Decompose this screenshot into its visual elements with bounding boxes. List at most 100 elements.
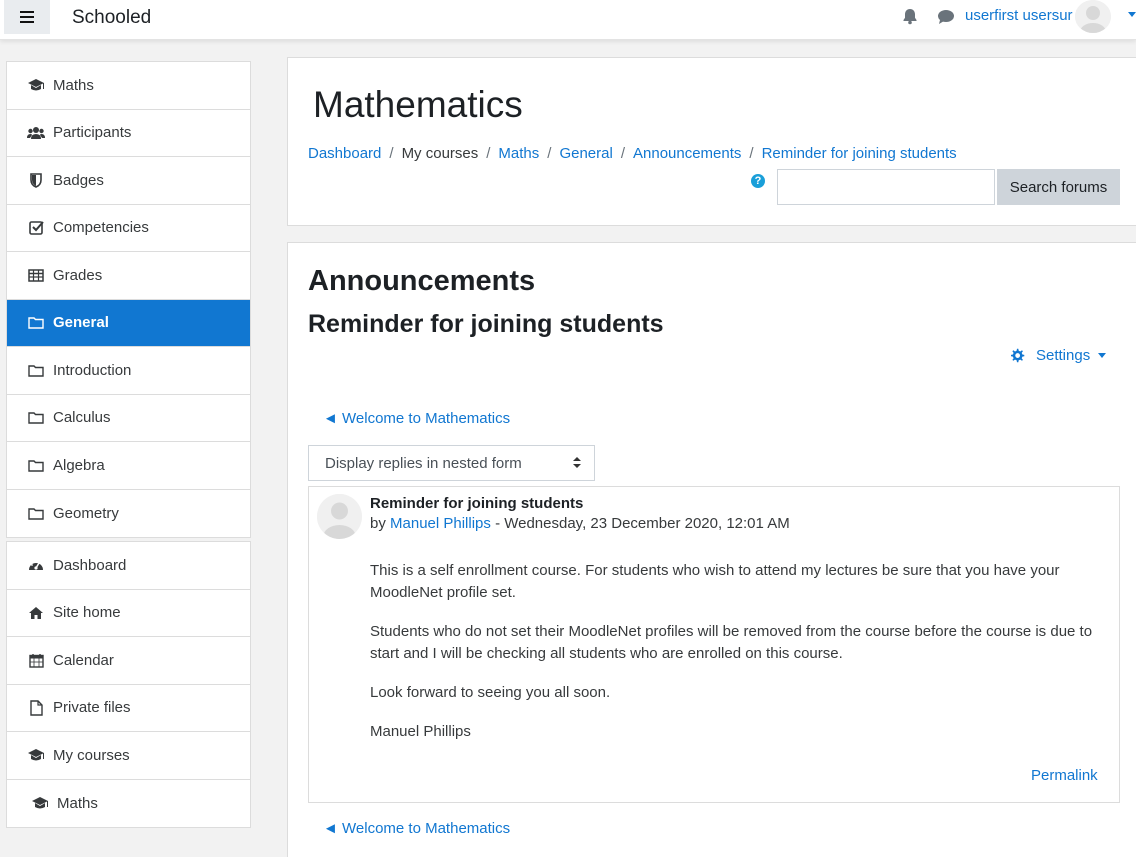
sidebar-item-general[interactable]: General: [7, 299, 250, 347]
chat-icon[interactable]: [936, 8, 956, 26]
permalink-link[interactable]: Permalink: [1031, 767, 1098, 784]
author-avatar[interactable]: [317, 494, 362, 539]
folder-icon: [27, 457, 45, 473]
avatar[interactable]: [1075, 0, 1111, 33]
discussion-title: Reminder for joining students: [308, 310, 664, 338]
help-icon[interactable]: ?: [751, 174, 765, 188]
sidebar-item-algebra[interactable]: Algebra: [7, 442, 250, 490]
post-paragraph: Look forward to seeing you all soon.: [370, 684, 611, 701]
search-forums-button[interactable]: Search forums: [997, 169, 1120, 205]
sidebar-item-private-files[interactable]: Private files: [7, 685, 250, 732]
breadcrumb-separator: /: [547, 145, 552, 162]
folder-icon: [27, 362, 45, 378]
display-mode-select[interactable]: Display replies in nested form: [308, 445, 595, 481]
breadcrumb-announcements[interactable]: Announcements: [633, 145, 741, 162]
sidebar-item-calculus[interactable]: Calculus: [7, 395, 250, 442]
sidebar-item-label: Dashboard: [53, 556, 127, 574]
sidebar-item-label: Competencies: [53, 219, 149, 237]
sidebar-item-label: Algebra: [53, 456, 105, 474]
sidebar-item-label: Badges: [53, 171, 104, 189]
bell-icon[interactable]: [901, 7, 919, 25]
user-avatar-icon: [1075, 0, 1111, 33]
sidebar-item-site-home[interactable]: Site home: [7, 590, 250, 637]
forum-heading: Announcements: [308, 265, 536, 297]
table-icon: [27, 267, 45, 283]
graduation-cap-icon: [31, 795, 49, 811]
post-byline: by Manuel Phillips - Wednesday, 23 Decem…: [370, 515, 790, 532]
file-icon: [27, 700, 45, 716]
sidebar-item-maths-course[interactable]: Maths: [7, 780, 250, 828]
breadcrumb: Dashboard / My courses / Maths / General…: [308, 145, 957, 162]
settings-menu-button[interactable]: Settings: [1009, 347, 1107, 364]
breadcrumb-maths[interactable]: Maths: [498, 145, 539, 162]
page-header: Mathematics Dashboard / My courses / Mat…: [287, 57, 1136, 226]
user-avatar-icon: [317, 494, 362, 539]
select-arrows-icon: [573, 457, 581, 469]
chevron-down-icon[interactable]: [1128, 12, 1136, 17]
nav-drawer: Maths Participants Badges Competencies G…: [0, 41, 271, 857]
search-forums-input[interactable]: [777, 169, 995, 205]
breadcrumb-separator: /: [620, 145, 625, 162]
graduation-cap-icon: [27, 747, 45, 763]
sidebar-item-participants[interactable]: Participants: [7, 110, 250, 157]
chevron-down-icon: [1098, 353, 1107, 358]
sidebar-item-maths[interactable]: Maths: [7, 62, 250, 110]
sidebar-item-label: My courses: [53, 746, 130, 764]
settings-label: Settings: [1036, 347, 1091, 364]
breadcrumb-my-courses: My courses: [401, 145, 479, 162]
breadcrumb-dashboard[interactable]: Dashboard: [308, 145, 381, 162]
folder-icon: [27, 315, 45, 331]
post-author-link[interactable]: Manuel Phillips: [390, 515, 491, 532]
next-discussion-link[interactable]: ◄ Welcome to Mathematics: [323, 820, 510, 837]
forum-content: Announcements Reminder for joining stude…: [287, 242, 1136, 857]
sidebar-item-geometry[interactable]: Geometry: [7, 490, 250, 538]
sidebar-item-my-courses[interactable]: My courses: [7, 732, 250, 780]
sidebar-item-label: Participants: [53, 124, 132, 142]
sidebar-item-label: Maths: [57, 794, 98, 812]
breadcrumb-separator: /: [389, 145, 394, 162]
folder-icon: [27, 505, 45, 521]
sidebar-item-label: Introduction: [53, 361, 132, 379]
shield-icon: [27, 172, 45, 188]
post-paragraph: Students who do not set their MoodleNet …: [370, 623, 1093, 662]
calendar-icon: [27, 652, 45, 668]
home-icon: [27, 605, 45, 621]
sidebar-item-badges[interactable]: Badges: [7, 157, 250, 205]
sidebar-item-label: Maths: [53, 76, 94, 94]
menu-toggle-button[interactable]: [4, 0, 50, 34]
breadcrumb-separator: /: [486, 145, 491, 162]
site-brand[interactable]: Schooled: [72, 7, 151, 29]
sidebar-item-grades[interactable]: Grades: [7, 252, 250, 300]
post-by-prefix: by: [370, 515, 391, 532]
gear-icon: [1011, 348, 1025, 362]
post-body: This is a self enrollment course. For st…: [370, 560, 1105, 760]
breadcrumb-discussion[interactable]: Reminder for joining students: [762, 145, 957, 162]
check-square-icon: [27, 220, 45, 236]
display-mode-value: Display replies in nested form: [325, 454, 522, 472]
post-paragraph: This is a self enrollment course. For st…: [370, 562, 1060, 601]
sidebar-item-label: Private files: [53, 699, 131, 717]
forum-post: Reminder for joining students by Manuel …: [308, 486, 1120, 803]
sidebar-item-label: Geometry: [53, 504, 119, 522]
navbar: Schooled userfirst usersur: [0, 0, 1136, 40]
breadcrumb-general[interactable]: General: [559, 145, 612, 162]
sidebar-item-label: General: [53, 314, 109, 332]
post-paragraph: Manuel Phillips: [370, 723, 471, 740]
graduation-cap-icon: [27, 77, 45, 93]
page-title: Mathematics: [313, 84, 523, 125]
users-icon: [27, 125, 45, 141]
site-nav-group: Dashboard Site home Calendar Private fil…: [6, 541, 251, 828]
sidebar-item-dashboard[interactable]: Dashboard: [7, 542, 250, 590]
sidebar-item-label: Grades: [53, 266, 103, 284]
post-subject: Reminder for joining students: [370, 495, 584, 512]
folder-icon: [27, 410, 45, 426]
sidebar-item-label: Calendar: [53, 651, 114, 669]
user-menu-name[interactable]: userfirst usersur: [965, 7, 1073, 24]
post-date: - Wednesday, 23 December 2020, 12:01 AM: [490, 515, 790, 532]
sidebar-item-label: Calculus: [53, 409, 111, 427]
sidebar-item-calendar[interactable]: Calendar: [7, 637, 250, 685]
sidebar-item-competencies[interactable]: Competencies: [7, 205, 250, 252]
sidebar-item-label: Site home: [53, 604, 121, 622]
sidebar-item-introduction[interactable]: Introduction: [7, 347, 250, 395]
prev-discussion-link[interactable]: ◄ Welcome to Mathematics: [323, 410, 510, 427]
